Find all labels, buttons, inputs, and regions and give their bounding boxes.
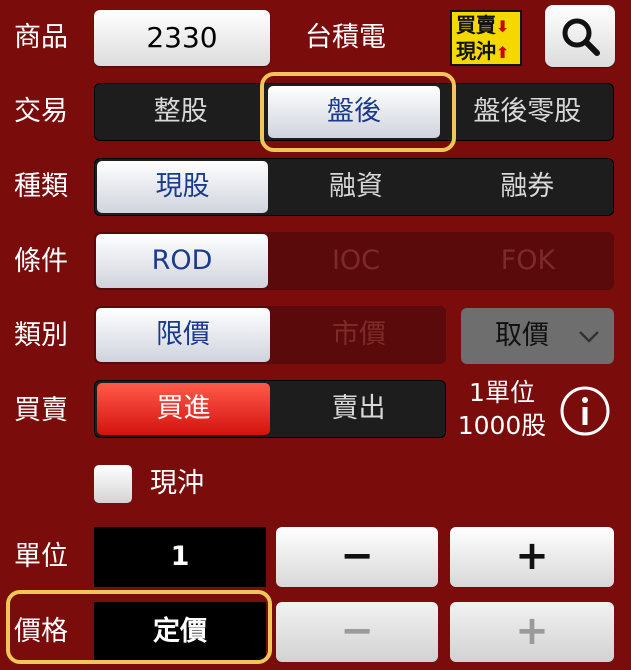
toggle-line1: 買賣 xyxy=(456,13,496,37)
price-minus-button: − xyxy=(276,602,438,662)
search-icon xyxy=(562,18,600,56)
condition-label: 條件 xyxy=(14,246,68,277)
unit-minus-button[interactable]: − xyxy=(276,527,438,587)
buy-sell-daytrade-toggle[interactable]: 買賣⬇ 現沖⬆ xyxy=(450,10,522,66)
kind-option-cash[interactable]: 現股 xyxy=(97,161,269,213)
category-label: 類別 xyxy=(14,320,68,351)
daytrade-checkbox[interactable] xyxy=(94,465,132,503)
category-segment: 限價 市價 xyxy=(94,306,446,364)
condition-option-rod[interactable]: ROD xyxy=(96,234,268,288)
product-name: 台積電 xyxy=(305,22,386,53)
price-plus-button: + xyxy=(450,602,614,662)
trade-option-after-hours[interactable]: 盤後 xyxy=(268,86,440,138)
product-label: 商品 xyxy=(14,22,68,53)
product-code-input[interactable]: 2330 xyxy=(94,10,270,66)
side-option-sell[interactable]: 賣出 xyxy=(272,381,445,437)
category-option-limit[interactable]: 限價 xyxy=(96,308,270,362)
trade-option-board-lot[interactable]: 整股 xyxy=(95,84,266,140)
unit-info-line1: 1單位 xyxy=(469,378,535,407)
side-label: 買賣 xyxy=(14,395,68,426)
unit-info-line2: 1000股 xyxy=(457,411,547,440)
price-label: 價格 xyxy=(14,616,68,647)
unit-quantity-input[interactable]: 1 xyxy=(94,527,266,587)
kind-option-short[interactable]: 融券 xyxy=(442,159,613,215)
condition-segment: ROD IOC FOK xyxy=(94,232,614,290)
unit-label: 單位 xyxy=(14,541,68,572)
price-source-value: 取價 xyxy=(495,320,549,351)
kind-label: 種類 xyxy=(14,171,68,202)
condition-option-ioc: IOC xyxy=(331,245,381,276)
price-input[interactable]: 定價 xyxy=(94,602,266,662)
kind-option-margin[interactable]: 融資 xyxy=(270,159,441,215)
trade-segment: 整股 盤後 盤後零股 xyxy=(94,83,614,141)
trade-option-after-hours-odd[interactable]: 盤後零股 xyxy=(442,84,613,140)
toggle-line2: 現沖 xyxy=(456,39,496,63)
kind-segment: 現股 融資 融券 xyxy=(94,158,614,216)
side-option-buy[interactable]: 買進 xyxy=(97,383,270,435)
side-segment: 買進 賣出 xyxy=(94,380,446,438)
daytrade-label: 現沖 xyxy=(150,468,204,499)
price-source-select[interactable]: 取價 xyxy=(461,308,614,364)
arrow-down-icon: ⬇ xyxy=(496,17,510,36)
chevron-down-icon xyxy=(579,331,599,343)
condition-option-fok: FOK xyxy=(500,245,556,276)
search-button[interactable] xyxy=(545,5,615,67)
info-icon[interactable] xyxy=(559,385,611,437)
trade-label: 交易 xyxy=(14,96,68,127)
category-option-market: 市價 xyxy=(332,319,386,350)
unit-info: 1單位 1000股 xyxy=(452,376,552,442)
unit-plus-button[interactable]: + xyxy=(450,527,614,587)
arrow-up-icon: ⬆ xyxy=(496,43,510,62)
